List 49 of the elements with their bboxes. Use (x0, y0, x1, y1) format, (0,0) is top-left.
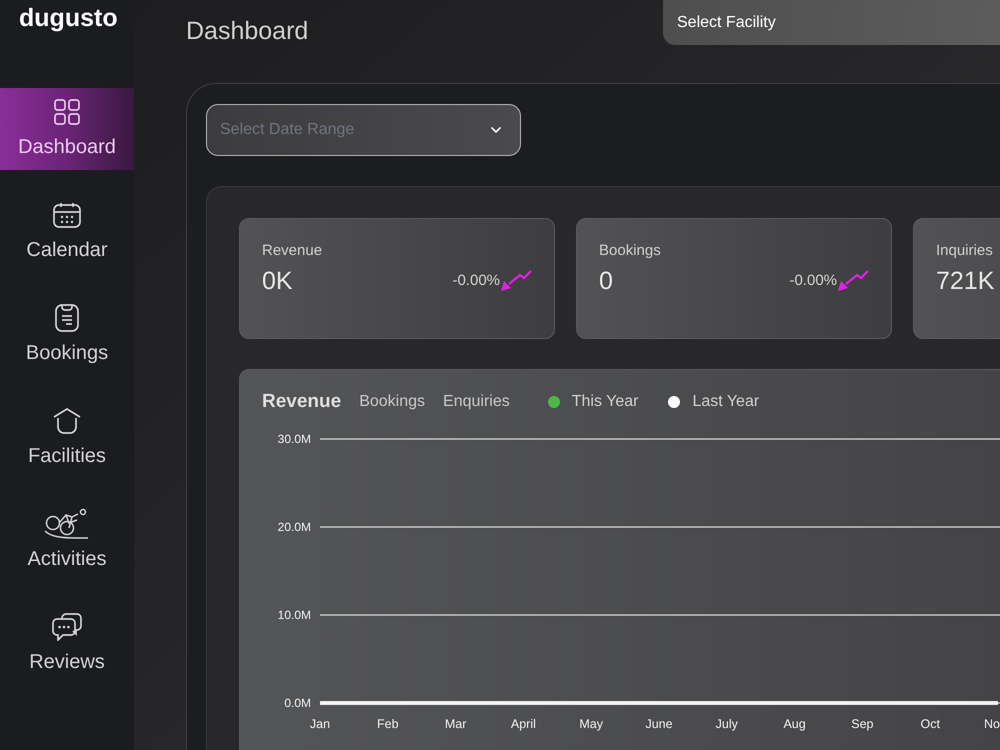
stat-label: Revenue (262, 241, 324, 261)
stat-value: 721K (936, 266, 994, 297)
stat-change: -0.00% (452, 271, 500, 291)
chat-bubbles-icon (52, 613, 82, 641)
y-axis-label: 10.0M (278, 608, 311, 622)
stat-label: Bookings (599, 241, 662, 261)
chart-tab[interactable]: Enquiries (443, 390, 510, 414)
x-axis-label: No (984, 717, 1000, 731)
nav-item[interactable]: Dashboard (0, 88, 134, 170)
logo: dugusto (18, 3, 119, 34)
nav-label: Facilities (28, 444, 106, 469)
cyclist-icon (44, 508, 90, 540)
x-axis-label: Sep (851, 717, 874, 731)
facility-select[interactable]: Select Facility (663, 0, 1000, 45)
clipboard-icon (55, 304, 79, 332)
calendar-icon (53, 202, 81, 228)
stat-change: -0.00% (789, 271, 837, 291)
nav-item[interactable]: Bookings (0, 294, 134, 376)
nav-label: Calendar (26, 238, 108, 263)
x-axis-label: May (579, 717, 604, 731)
x-axis-label: Oct (920, 717, 940, 731)
legend-label: This Year (572, 392, 638, 412)
stat-value: 0K (262, 266, 293, 297)
x-axis-label: April (510, 717, 536, 731)
stat-label: Inquiries (936, 241, 994, 261)
x-axis-label: Feb (377, 717, 399, 731)
y-axis-label: 20.0M (278, 520, 311, 534)
stat-value: 0 (599, 266, 613, 297)
chart-tab[interactable]: Bookings (359, 390, 426, 414)
nav-label: Dashboard (18, 135, 116, 160)
house-icon (53, 408, 81, 434)
x-axis-label: Jan (310, 717, 330, 731)
nav-label: Bookings (26, 341, 108, 366)
x-axis-label: July (716, 717, 738, 731)
grid-icon (53, 98, 81, 126)
nav-item[interactable]: Activities (0, 500, 134, 582)
y-axis-label: 0.0M (284, 696, 311, 710)
x-axis-label: June (645, 717, 673, 731)
nav-item[interactable]: Facilities (0, 397, 134, 479)
x-axis-label: Mar (444, 717, 466, 731)
x-axis-label: Aug (783, 717, 806, 731)
chart-tab[interactable]: Revenue (262, 390, 342, 414)
nav-item[interactable]: Calendar (0, 191, 134, 273)
nav-label: Activities (28, 547, 106, 572)
y-axis-label: 30.0M (278, 432, 311, 446)
nav-label: Reviews (29, 650, 105, 675)
nav-item[interactable]: Reviews (0, 603, 134, 685)
legend-label: Last Year (692, 392, 760, 412)
page-title: Dashboard (186, 16, 308, 47)
